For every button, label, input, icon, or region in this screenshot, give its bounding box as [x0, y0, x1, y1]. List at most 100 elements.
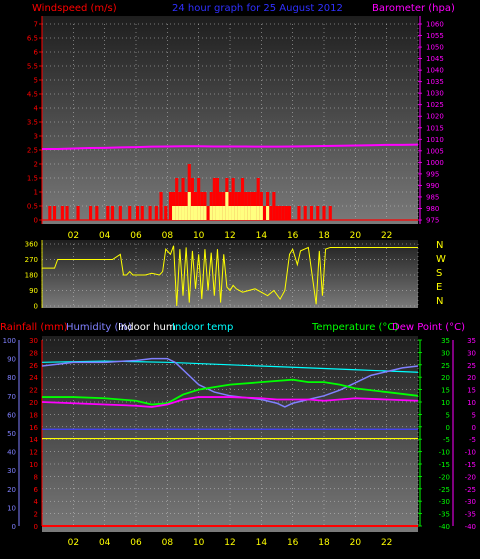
x-tick-label: 16 — [287, 538, 299, 548]
temperature-tick-label: -20 — [439, 473, 450, 481]
barometer-tick-label: 1055 — [426, 32, 444, 40]
rainfall-tick-label: 14 — [29, 436, 38, 444]
wind-gust-bar — [281, 206, 285, 220]
humidity-tick-label: 20 — [7, 486, 16, 494]
humidity-tick-label: 40 — [7, 449, 16, 457]
humidity-tick-label: 80 — [7, 374, 16, 382]
weather-chart-svg: Windspeed (m/s) 24 hour graph for 25 Aug… — [0, 3, 476, 548]
wind-average-bar — [184, 206, 188, 220]
direction-tick-label: 180 — [25, 272, 38, 280]
dew-point-axis-label: Dew Point (°C) — [392, 322, 465, 333]
wind-average-bar — [256, 206, 260, 220]
wind-average-bar — [181, 206, 185, 220]
x-tick-label: 12 — [224, 231, 235, 241]
rainfall-tick-label: 26 — [29, 362, 38, 370]
temperature-tick-label: -35 — [439, 511, 450, 519]
wind-average-bar — [247, 206, 251, 220]
barometer-axis-label: Barometer (hpa) — [372, 3, 455, 14]
rainfall-tick-label: 6 — [34, 486, 39, 494]
barometer-tick-label: 1015 — [426, 124, 444, 132]
humidity-tick-label: 100 — [3, 337, 16, 345]
x-tick-label: 04 — [99, 538, 111, 548]
dew-point-tick-label: -35 — [465, 511, 476, 519]
wind-gust-bar — [76, 206, 80, 220]
wind-gust-bar — [164, 206, 168, 220]
wind-average-bar — [259, 206, 263, 220]
wind-average-bar — [215, 206, 220, 220]
wind-gust-bar — [106, 206, 110, 220]
compass-label: S — [436, 268, 442, 279]
temperature-tick-label: -30 — [439, 498, 450, 506]
rainfall-tick-label: 18 — [29, 411, 38, 419]
windspeed-tick-label: 3.5 — [27, 119, 38, 127]
wind-gust-bar — [269, 206, 273, 220]
x-tick-label: 20 — [350, 538, 362, 548]
x-tick-label: 22 — [381, 231, 392, 241]
wind-gust-bar — [60, 206, 64, 220]
wind-gust-bar — [309, 206, 314, 220]
windspeed-tick-label: 3 — [34, 133, 38, 141]
rainfall-tick-label: 4 — [34, 498, 39, 506]
barometer-tick-label: 990 — [426, 182, 439, 190]
dew-point-tick-label: 30 — [467, 349, 476, 357]
chart-title: 24 hour graph for 25 August 2012 — [172, 3, 343, 14]
wind-gust-bar — [297, 206, 301, 220]
compass-label: E — [436, 282, 442, 293]
windspeed-tick-label: 2 — [34, 161, 38, 169]
wind-average-bar — [253, 206, 257, 220]
wind-gust-bar — [262, 206, 267, 220]
wind-gust-bar — [110, 206, 115, 220]
direction-tick-label: 360 — [25, 241, 38, 249]
wind-average-bar — [240, 206, 245, 220]
windspeed-tick-label: 4.5 — [27, 91, 38, 99]
direction-tick-label: 270 — [25, 256, 38, 264]
humidity-tick-label: 0 — [12, 523, 16, 531]
wind-gust-bar — [89, 206, 93, 220]
wind-average-bar — [228, 206, 232, 220]
barometer-tick-label: 1000 — [426, 159, 444, 167]
wind-average-bar — [222, 206, 226, 220]
barometer-tick-label: 1050 — [426, 44, 444, 52]
rainfall-tick-label: 20 — [29, 399, 38, 407]
x-tick-label: 16 — [287, 231, 299, 241]
humidity-tick-label: 70 — [7, 393, 16, 401]
temperature-tick-label: 35 — [441, 337, 450, 345]
wind-average-bar — [209, 206, 213, 220]
humidity-tick-label: 10 — [7, 504, 16, 512]
temperature-tick-label: 0 — [446, 424, 450, 432]
windspeed-axis-label: Windspeed (m/s) — [32, 3, 117, 14]
temperature-tick-label: 10 — [441, 399, 450, 407]
x-tick-label: 20 — [350, 231, 362, 241]
rainfall-tick-label: 30 — [29, 337, 38, 345]
wind-gust-bar — [275, 206, 279, 220]
dew-point-tick-label: 5 — [472, 411, 476, 419]
x-tick-label: 02 — [68, 538, 79, 548]
wind-average-bar — [234, 206, 238, 220]
temperature-tick-label: -5 — [443, 436, 450, 444]
wind-average-bar — [187, 192, 191, 220]
humidity-tick-label: 90 — [7, 356, 16, 364]
x-tick-label: 06 — [130, 538, 142, 548]
barometer-tick-label: 980 — [426, 205, 439, 213]
wind-gust-bar — [272, 192, 276, 220]
rainfall-tick-label: 0 — [34, 523, 38, 531]
rainfall-tick-label: 24 — [29, 374, 38, 382]
wind-average-bar — [175, 206, 179, 220]
dew-point-tick-label: -15 — [465, 461, 476, 469]
dew-point-tick-label: -20 — [465, 473, 476, 481]
wind-gust-bar — [322, 206, 326, 220]
x-tick-label: 22 — [381, 538, 392, 548]
wind-gust-bar — [206, 206, 210, 220]
barometer-tick-label: 1060 — [426, 21, 444, 29]
windspeed-tick-label: 7 — [34, 21, 38, 29]
wind-gust-bar — [284, 206, 288, 220]
barometer-tick-label: 1040 — [426, 67, 444, 75]
weather-24h-graph: Windspeed (m/s) 24 hour graph for 25 Aug… — [0, 0, 480, 555]
wind-average-bar — [231, 206, 235, 220]
wind-average-bar — [250, 206, 254, 220]
rainfall-axis-label: Rainfall (mm) — [0, 322, 68, 333]
wind-gust-bar — [48, 206, 52, 220]
wind-average-bar — [193, 206, 198, 220]
x-tick-label: 08 — [162, 538, 174, 548]
wind-gust-bar — [154, 206, 158, 220]
